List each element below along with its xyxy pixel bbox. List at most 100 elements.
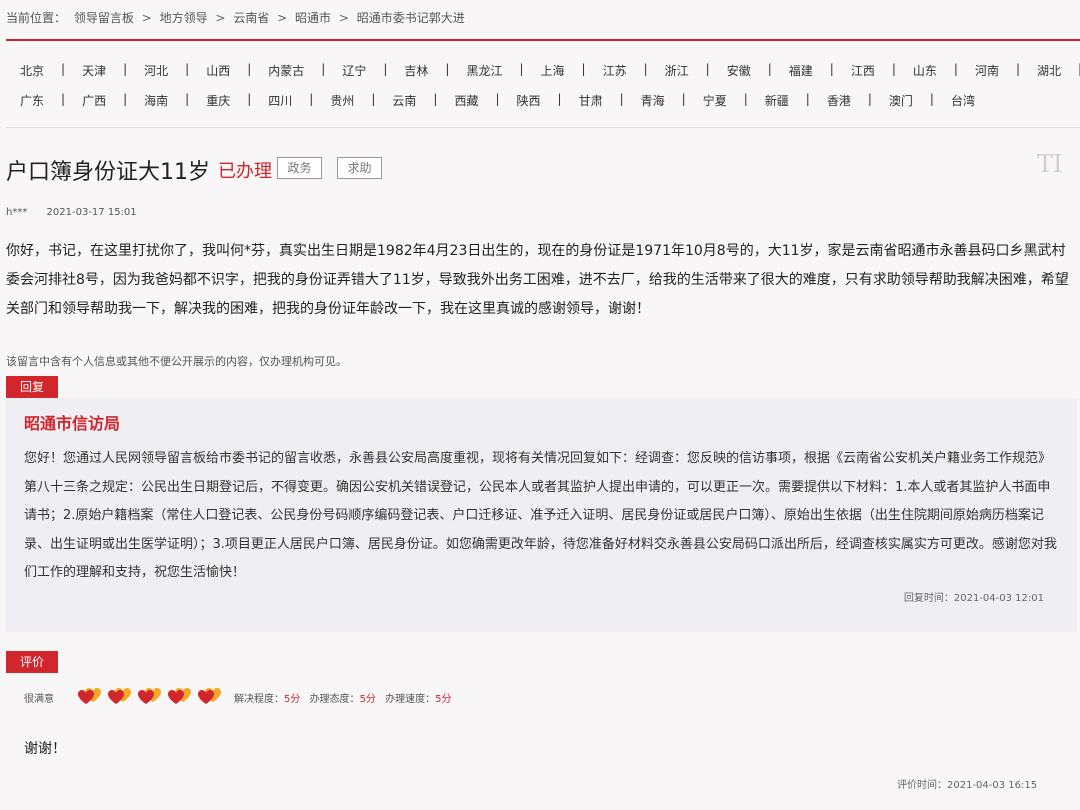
province-link[interactable]: 澳门 (889, 92, 913, 109)
province-divider: | (705, 62, 710, 76)
province-link[interactable]: 福建 (789, 62, 813, 79)
province-divider: | (681, 92, 686, 106)
breadcrumb-separator: > (215, 11, 226, 25)
score-label-speed: 办理速度： (385, 694, 436, 705)
score-label-attitude: 办理态度： (309, 694, 360, 705)
province-link[interactable]: 广东 (20, 92, 44, 109)
status-badge: 已办理 (218, 161, 272, 182)
breadcrumb-item-local-leaders[interactable]: 地方领导 (160, 11, 208, 25)
tag-help-request[interactable]: 求助 (337, 157, 382, 179)
reply-time: 回复时间：2021-04-03 12:01 (904, 589, 1044, 604)
province-link[interactable]: 云南 (392, 92, 416, 109)
province-divider: | (383, 62, 388, 76)
province-divider: | (767, 62, 772, 76)
evaluation-time-value: 2021-04-03 16:15 (947, 780, 1038, 791)
province-divider: | (929, 92, 934, 106)
breadcrumb-item-leader-board[interactable]: 领导留言板 (74, 11, 134, 25)
province-link[interactable]: 新疆 (765, 92, 789, 109)
province-link[interactable]: 贵州 (330, 92, 354, 109)
province-link[interactable]: 浙江 (665, 62, 689, 79)
satisfaction-text: 很满意 (24, 694, 54, 705)
breadcrumb-separator: > (277, 11, 288, 25)
header-divider (6, 39, 1080, 41)
province-link[interactable]: 甘肃 (579, 92, 603, 109)
province-link[interactable]: 香港 (827, 92, 851, 109)
province-link[interactable]: 宁夏 (703, 92, 727, 109)
province-link[interactable]: 江苏 (603, 62, 627, 79)
province-link[interactable]: 山西 (206, 62, 230, 79)
province-divider: | (581, 62, 586, 76)
breadcrumb-item-province[interactable]: 云南省 (233, 11, 269, 25)
score-value-attitude: 5分 (359, 694, 376, 705)
province-link[interactable]: 广西 (82, 92, 106, 109)
province-divider: | (123, 92, 128, 106)
province-link[interactable]: 山东 (913, 62, 937, 79)
province-link[interactable]: 湖北 (1037, 62, 1061, 79)
reply-text: 您好！您通过人民网领导留言板给市委书记的留言收悉，永善县公安局高度重视，现将有关… (24, 451, 1057, 580)
province-divider: | (619, 92, 624, 106)
province-link[interactable]: 西藏 (454, 92, 478, 109)
breadcrumb: 当前位置： 领导留言板 > 地方领导 > 云南省 > 昭通市 > 昭通市委书记郭… (6, 9, 469, 26)
province-link[interactable]: 重庆 (206, 92, 230, 109)
province-link[interactable]: 安徽 (727, 62, 751, 79)
province-divider: | (185, 92, 190, 106)
reply-label: 回复 (6, 376, 58, 398)
breadcrumb-item-city[interactable]: 昭通市 (295, 11, 331, 25)
message-content: 你好，书记，在这里打扰你了，我叫何*芬，真实出生日期是1982年4月23日出生的… (6, 243, 1069, 317)
heart-icon (78, 688, 101, 704)
province-divider: | (247, 62, 252, 76)
province-link[interactable]: 辽宁 (342, 62, 366, 79)
province-link[interactable]: 内蒙古 (268, 62, 304, 79)
province-divider: | (371, 92, 376, 106)
evaluation-time-label: 评价时间： (897, 780, 947, 791)
evaluation-label: 评价 (6, 651, 58, 673)
score-value-resolution: 5分 (284, 694, 301, 705)
reply-org-name: 昭通市信访局 (24, 414, 121, 433)
breadcrumb-prefix: 当前位置： (6, 11, 67, 25)
province-link[interactable]: 上海 (541, 62, 565, 79)
province-link[interactable]: 吉林 (404, 62, 428, 79)
province-divider: | (805, 92, 810, 106)
evaluation-time: 评价时间：2021-04-03 16:15 (897, 776, 1037, 791)
province-link[interactable]: 海南 (144, 92, 168, 109)
font-size-icon[interactable]: TI (1037, 150, 1063, 178)
privacy-note: 该留言中含有个人信息或其他不便公开展示的内容，仅办理机构可见。 (6, 355, 347, 368)
province-divider: | (61, 92, 66, 106)
tag-government-affairs[interactable]: 政务 (277, 157, 322, 179)
author-name: h*** (6, 207, 28, 218)
province-divider: | (643, 62, 648, 76)
province-link[interactable]: 四川 (268, 92, 292, 109)
heart-icon (108, 688, 131, 704)
province-divider: | (123, 62, 128, 76)
province-link[interactable]: 河南 (975, 62, 999, 79)
province-divider: | (953, 62, 958, 76)
province-divider: | (519, 62, 524, 76)
province-link[interactable]: 北京 (20, 62, 44, 79)
province-divider: | (829, 62, 834, 76)
province-nav-row-1: 北京 | 天津 | 河北 | 山西 | 内蒙古 | 辽宁 | 吉林 | 黑龙江 | 上海 | 江苏 | 浙江 | 安徽 | 福建… (20, 62, 1080, 79)
nav-divider (6, 127, 1080, 128)
province-link[interactable]: 陕西 (517, 92, 541, 109)
score-value-speed: 5分 (435, 694, 452, 705)
message-meta: h*** 2021-03-17 15:01 (6, 207, 137, 218)
province-nav-row-2: 广东 | 广西 | 海南 | 重庆 | 四川 | 贵州 | 云南 | 西藏 | 陕西 | 甘肃 | 青海 | 宁夏 | 新疆 | 香… (20, 92, 975, 109)
message-title: 户口簿身份证大11岁 (6, 160, 210, 185)
province-link[interactable]: 河北 (144, 62, 168, 79)
reply-panel: 昭通市信访局 您好！您通过人民网领导留言板给市委书记的留言收悉，永善县公安局高度… (6, 398, 1077, 632)
evaluation-comment: 谢谢！ (24, 741, 66, 757)
province-divider: | (1015, 62, 1020, 76)
province-link[interactable]: 天津 (82, 62, 106, 79)
province-link[interactable]: 黑龙江 (466, 62, 502, 79)
province-divider: | (557, 92, 562, 106)
province-divider: | (247, 92, 252, 106)
province-link[interactable]: 青海 (641, 92, 665, 109)
score-label-resolution: 解决程度： (234, 694, 284, 705)
heart-icon (138, 688, 161, 704)
province-divider: | (309, 92, 314, 106)
province-link[interactable]: 江西 (851, 62, 875, 79)
province-link[interactable]: 台湾 (951, 92, 975, 109)
post-date: 2021-03-17 15:01 (46, 207, 137, 218)
breadcrumb-item-leader[interactable]: 昭通市委书记郭大进 (357, 11, 465, 25)
reply-time-label: 回复时间： (903, 593, 954, 604)
breadcrumb-separator: > (141, 11, 152, 25)
